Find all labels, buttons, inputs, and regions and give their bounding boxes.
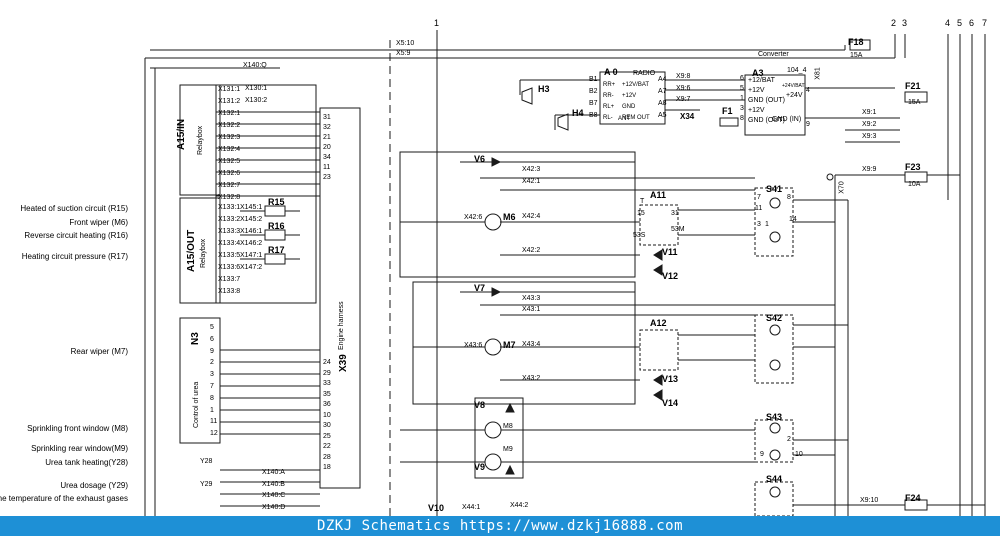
schematic-diagram [144, 30, 986, 516]
footer-banner: DZKJ Schematics https://www.dzkj16888.co… [0, 516, 1000, 536]
